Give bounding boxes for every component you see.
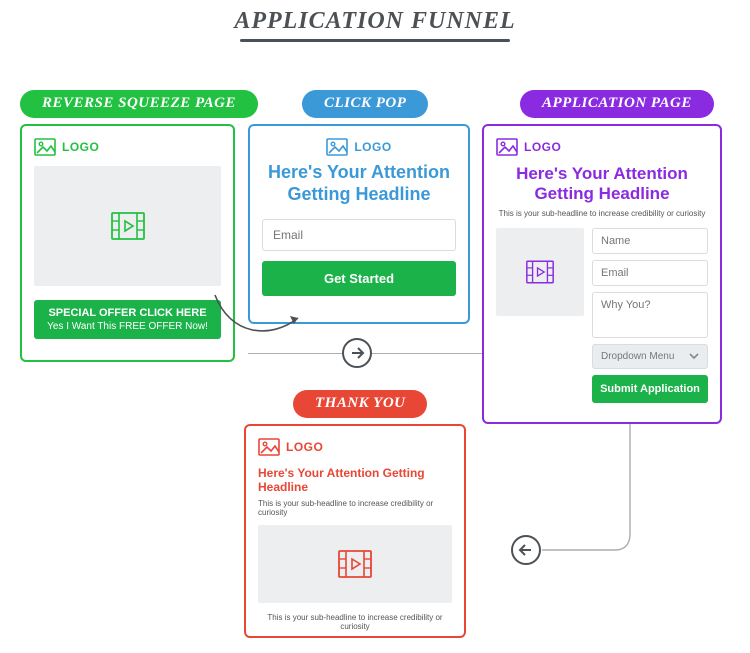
logo-text: LOGO [286,440,323,454]
name-field[interactable] [592,228,708,254]
chevron-down-icon [689,351,699,361]
connector-squeeze-to-clickpop [210,290,310,350]
image-icon [34,138,56,156]
title-underline [240,39,510,42]
headline: Here's Your Attention Getting Headline [258,466,452,495]
footer-text: This is your sub-headline to increase cr… [258,613,452,631]
arrow-left-icon [511,535,541,565]
arrow-right-icon [342,338,372,368]
subheadline: This is your sub-headline to increase cr… [258,499,452,517]
card-thank-you: LOGO Here's Your Attention Getting Headl… [244,424,466,638]
pill-thank-you: THANK YOU [293,390,427,418]
card-application: LOGO Here's Your Attention Getting Headl… [482,124,722,424]
logo-text: LOGO [62,140,99,154]
headline: Here's Your Attention Getting Headline [496,164,708,205]
image-icon [258,438,280,456]
cta-line2: Yes I Want This FREE OFFER Now! [38,320,217,333]
logo-text: LOGO [524,140,561,154]
video-icon [338,550,372,578]
video-placeholder [34,166,221,286]
email-field[interactable] [262,219,456,251]
dropdown-menu[interactable]: Dropdown Menu [592,344,708,369]
dropdown-label: Dropdown Menu [601,351,674,362]
cta-line1: SPECIAL OFFER CLICK HERE [38,306,217,320]
pill-click-pop: CLICK POP [302,90,428,118]
video-icon [526,260,554,284]
logo-row: LOGO [496,138,708,156]
image-icon [496,138,518,156]
connector-application-to-thankyou [540,424,640,554]
submit-application-button[interactable]: Submit Application [592,375,708,403]
pill-reverse-squeeze: REVERSE SQUEEZE PAGE [20,90,258,118]
card-reverse-squeeze: LOGO SPECIAL OFFER CLICK HERE Yes I Want… [20,124,235,362]
video-placeholder [258,525,452,603]
logo-text: LOGO [354,140,391,154]
pill-application-page: APPLICATION PAGE [520,90,714,118]
logo-row: LOGO [262,138,456,156]
page-title: APPLICATION FUNNEL [0,8,750,42]
video-icon [111,212,145,240]
subheadline: This is your sub-headline to increase cr… [496,209,708,218]
email-field[interactable] [592,260,708,286]
logo-row: LOGO [258,438,452,456]
special-offer-button[interactable]: SPECIAL OFFER CLICK HERE Yes I Want This… [34,300,221,339]
title-text: APPLICATION FUNNEL [0,8,750,35]
logo-row: LOGO [34,138,221,156]
why-field[interactable] [592,292,708,338]
video-placeholder [496,228,584,316]
image-icon [326,138,348,156]
headline: Here's Your Attention Getting Headline [262,162,456,205]
